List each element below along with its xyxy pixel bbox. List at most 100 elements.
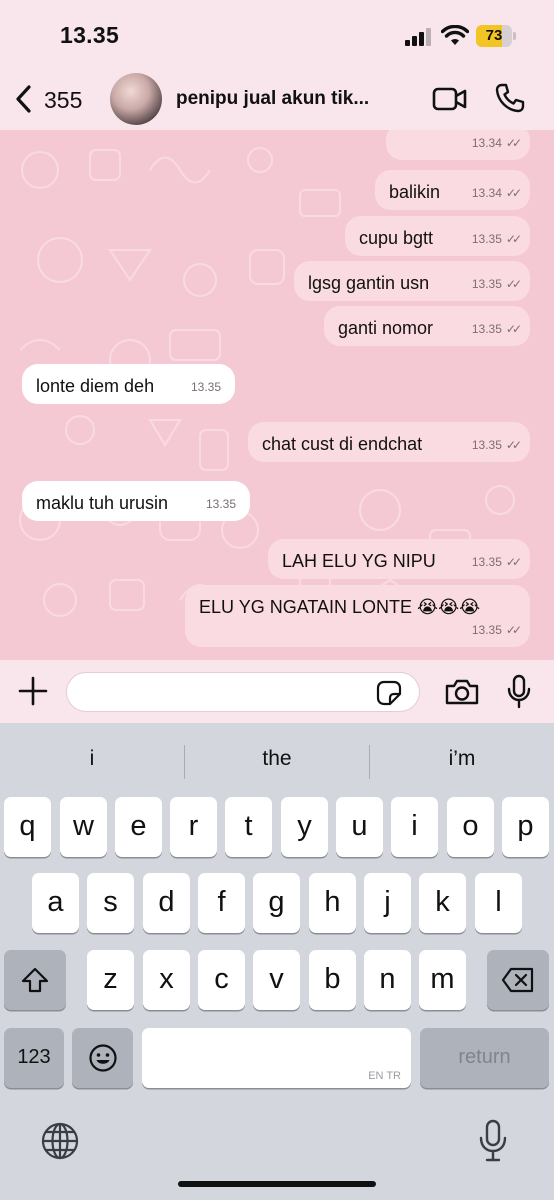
message-time: 13.35 (471, 322, 502, 336)
key-x[interactable]: x (143, 950, 190, 1010)
suggestion-1[interactable]: i (0, 735, 184, 785)
read-receipt-icon: ✓✓ (505, 555, 522, 569)
key-g[interactable]: g (253, 873, 300, 933)
key-p[interactable]: p (502, 797, 549, 857)
key-k[interactable]: k (419, 873, 466, 933)
message-text: lonte diem deh (36, 376, 155, 396)
suggestion-bar: i the i’m (0, 735, 554, 785)
dictation-mic-icon[interactable] (478, 1119, 508, 1163)
message-bubble-outgoing[interactable]: cupu bgtt 13.35 ✓✓ (345, 216, 530, 256)
wifi-icon (441, 25, 469, 45)
message-time: 13.35 (471, 623, 502, 637)
key-w[interactable]: w (60, 797, 107, 857)
battery-level: 73 (485, 27, 503, 44)
message-time: 13.35 (471, 277, 502, 291)
message-bubble-outgoing[interactable]: ganti nomor 13.35 ✓✓ (324, 306, 530, 346)
read-receipt-icon: ✓✓ (505, 232, 522, 246)
message-text: cupu bgtt (359, 228, 434, 248)
message-time: 13.35 (471, 555, 502, 569)
key-r[interactable]: r (170, 797, 217, 857)
battery-indicator: 73 (476, 25, 516, 47)
read-receipt-icon: ✓✓ (505, 277, 522, 291)
message-bubble-outgoing[interactable]: balikin 13.34 ✓✓ (375, 170, 530, 210)
message-text: LAH ELU YG NIPU (282, 551, 436, 571)
message-time: 13.35 (471, 232, 502, 246)
key-y[interactable]: y (281, 797, 328, 857)
read-receipt-icon: ✓✓ (505, 322, 522, 336)
avatar[interactable] (110, 73, 162, 125)
suggestion-2[interactable]: the (185, 735, 369, 785)
message-text: chat cust di endchat (262, 434, 423, 454)
key-v[interactable]: v (253, 950, 300, 1010)
key-i[interactable]: i (391, 797, 438, 857)
unread-count[interactable]: 355 (44, 87, 82, 114)
chat-title[interactable]: penipu jual akun tik... (176, 88, 386, 110)
key-n[interactable]: n (364, 950, 411, 1010)
message-time: 13.35 (190, 380, 221, 394)
globe-icon[interactable] (40, 1121, 80, 1161)
message-text: ganti nomor (338, 318, 434, 338)
key-j[interactable]: j (364, 873, 411, 933)
message-time: 13.34 (471, 136, 502, 150)
return-key[interactable]: return (420, 1028, 549, 1088)
chat-area[interactable]: 13.34 ✓✓ balikin 13.34 ✓✓ cupu bgtt 13.35 ✓… (0, 130, 554, 660)
key-u[interactable]: u (336, 797, 383, 857)
cellular-signal-icon (405, 28, 433, 46)
status-bar: 13.35 73 (0, 0, 554, 70)
microphone-icon[interactable] (506, 674, 532, 710)
key-q[interactable]: q (4, 797, 51, 857)
chevron-left-icon[interactable] (12, 84, 36, 114)
emoji-icon (88, 1044, 117, 1072)
message-text: balikin (389, 182, 441, 202)
status-time: 13.35 (60, 22, 120, 48)
phone-icon[interactable] (494, 82, 526, 114)
key-h[interactable]: h (309, 873, 356, 933)
sticker-icon[interactable] (376, 680, 402, 706)
shift-icon (21, 967, 49, 993)
plus-icon[interactable] (18, 676, 48, 706)
backspace-key[interactable] (487, 950, 549, 1010)
message-bubble-incoming[interactable]: lonte diem deh 13.35 (22, 364, 235, 404)
backspace-icon (501, 967, 534, 993)
read-receipt-icon: ✓✓ (505, 623, 522, 637)
key-o[interactable]: o (447, 797, 494, 857)
message-bubble-outgoing[interactable]: ELU YG NGATAIN LONTE 😭😭😭 13.35 ✓✓ (185, 585, 530, 647)
space-key[interactable]: EN TR (142, 1028, 411, 1088)
message-text: lgsg gantin usn (308, 273, 430, 293)
message-time: 13.34 (471, 186, 502, 200)
key-c[interactable]: c (198, 950, 245, 1010)
shift-key[interactable] (4, 950, 66, 1010)
message-text: maklu tuh urusin (36, 493, 169, 513)
message-input-bar (0, 660, 554, 723)
chat-header: 355 penipu jual akun tik... (0, 70, 554, 130)
numbers-key[interactable]: 123 (4, 1028, 64, 1088)
video-call-icon[interactable] (432, 86, 468, 112)
keyboard: i the i’m q w e r t y u i o p a s d f g … (0, 723, 554, 1200)
key-b[interactable]: b (309, 950, 356, 1010)
suggestion-3[interactable]: i’m (370, 735, 554, 785)
read-receipt-icon: ✓✓ (505, 438, 522, 452)
key-t[interactable]: t (225, 797, 272, 857)
key-m[interactable]: m (419, 950, 466, 1010)
camera-icon[interactable] (444, 678, 480, 706)
message-time: 13.35 (471, 438, 502, 452)
read-receipt-icon: ✓✓ (505, 136, 522, 150)
message-bubble-outgoing[interactable]: lgsg gantin usn 13.35 ✓✓ (294, 261, 530, 301)
message-bubble-outgoing[interactable]: chat cust di endchat 13.35 ✓✓ (248, 422, 530, 462)
message-input[interactable] (66, 672, 420, 712)
message-bubble-incoming[interactable]: maklu tuh urusin 13.35 (22, 481, 250, 521)
key-s[interactable]: s (87, 873, 134, 933)
key-a[interactable]: a (32, 873, 79, 933)
key-l[interactable]: l (475, 873, 522, 933)
message-bubble-outgoing[interactable]: LAH ELU YG NIPU 13.35 ✓✓ (268, 539, 530, 579)
keyboard-language-label: EN TR (368, 1070, 401, 1082)
read-receipt-icon: ✓✓ (505, 186, 522, 200)
emoji-key[interactable] (72, 1028, 133, 1088)
key-f[interactable]: f (198, 873, 245, 933)
message-bubble-outgoing[interactable]: 13.34 ✓✓ (386, 130, 530, 160)
key-z[interactable]: z (87, 950, 134, 1010)
key-d[interactable]: d (143, 873, 190, 933)
key-e[interactable]: e (115, 797, 162, 857)
message-time: 13.35 (205, 497, 236, 511)
message-text: ELU YG NGATAIN LONTE 😭😭😭 (199, 597, 481, 617)
